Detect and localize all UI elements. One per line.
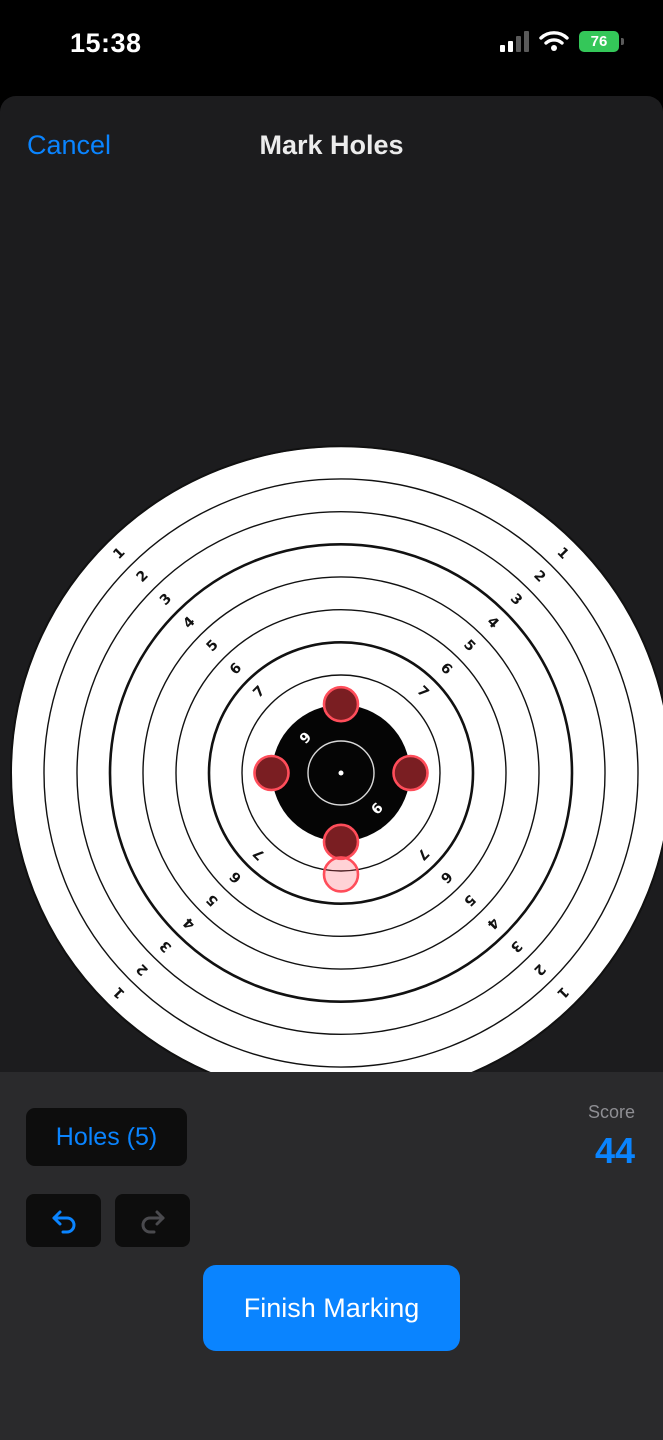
redo-icon — [141, 1210, 164, 1233]
battery-level: 76 — [590, 32, 608, 50]
redo-button[interactable] — [115, 1194, 190, 1247]
battery-icon: 76 — [579, 30, 624, 52]
finish-marking-button[interactable]: Finish Marking — [203, 1265, 460, 1351]
bullet-hole-marker[interactable] — [322, 685, 360, 723]
score-value: 44 — [594, 1130, 635, 1171]
bullet-hole-marker[interactable] — [322, 823, 360, 861]
status-bar: 15:38 76 — [0, 0, 663, 96]
undo-button[interactable] — [26, 1194, 101, 1247]
undo-icon — [52, 1210, 75, 1233]
cellular-signal-icon — [500, 30, 529, 52]
wifi-icon — [539, 31, 569, 51]
page-title: Mark Holes — [259, 130, 404, 160]
target-area[interactable]: 1111222233334444555566667777888899 — [0, 276, 663, 1076]
bullet-hole-marker[interactable] — [322, 856, 360, 893]
shooting-target[interactable]: 1111222233334444555566667777888899 — [0, 276, 663, 1076]
center-dot — [338, 770, 344, 776]
bullet-hole-marker[interactable] — [253, 754, 290, 792]
status-icons: 76 — [500, 30, 624, 52]
score-label: Score — [587, 1102, 635, 1122]
mark-holes-sheet: Cancel Mark Holes 1111222233334444555566… — [0, 96, 663, 1440]
holes-button[interactable]: Holes (5) — [26, 1108, 187, 1166]
bullet-hole-marker[interactable] — [392, 754, 429, 792]
bottom-panel: Holes (5) Score 44 Finish Marking — [0, 1072, 663, 1440]
status-time: 15:38 — [70, 28, 142, 58]
